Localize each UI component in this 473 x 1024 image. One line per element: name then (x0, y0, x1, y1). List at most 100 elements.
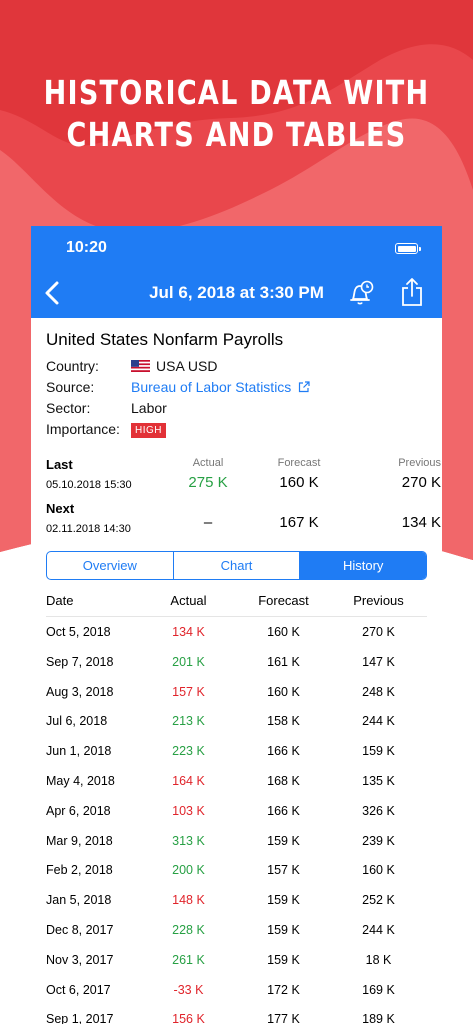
country-row: Country: USA USD (46, 357, 427, 378)
row-forecast: 161 K (267, 654, 300, 669)
last-label: Last (46, 457, 73, 472)
source-link[interactable]: Bureau of Labor Statistics (131, 379, 291, 395)
header-actual: Actual (170, 593, 207, 608)
history-table: Date Actual Forecast Previous Oct 5, 201… (46, 590, 427, 1024)
last-previous: 270 K (401, 474, 441, 491)
alarm-clock-icon[interactable] (347, 279, 375, 307)
row-forecast: 166 K (267, 803, 300, 818)
row-date: May 4, 2018 (46, 773, 115, 788)
row-date: Nov 3, 2017 (46, 952, 114, 967)
table-row: Nov 3, 2017 261 K 159 K 18 K (46, 945, 427, 975)
table-row: Jul 6, 2018 213 K 158 K 244 K (46, 706, 427, 736)
status-bar: 10:20 (31, 226, 442, 268)
row-actual: 157 K (172, 684, 205, 699)
importance-label: Importance: (46, 421, 120, 437)
country-label: Country: (46, 358, 99, 374)
table-row: Sep 1, 2017 156 K 177 K 189 K (46, 1004, 427, 1024)
row-actual: 201 K (172, 654, 205, 669)
row-date: Sep 7, 2018 (46, 654, 114, 669)
row-actual: 103 K (172, 803, 205, 818)
table-body: Oct 5, 2018 134 K 160 K 270 K Sep 7, 2018 201… (46, 617, 427, 1024)
row-previous: 252 K (362, 893, 395, 908)
row-actual: 261 K (172, 952, 205, 967)
row-date: Aug 3, 2018 (46, 684, 114, 699)
row-forecast: 159 K (267, 893, 300, 908)
row-actual: -33 K (173, 982, 204, 997)
tab-overview[interactable]: Overview (47, 552, 174, 579)
next-release: Next 02.11.2018 14:30 – 167 K 134 K (46, 497, 441, 541)
nav-title: Jul 6, 2018 at 3:30 PM (149, 283, 324, 302)
row-forecast: 172 K (267, 982, 300, 997)
importance-row: Importance: HIGH (46, 420, 427, 441)
row-forecast: 160 K (267, 625, 300, 639)
row-forecast: 160 K (267, 684, 300, 699)
table-row: Dec 8, 2017 228 K 159 K 244 K (46, 915, 427, 945)
row-forecast: 166 K (267, 744, 300, 759)
forecast-header: Forecast (277, 457, 321, 469)
table-row: Apr 6, 2018 103 K 166 K 326 K (46, 796, 427, 826)
source-row: Source: Bureau of Labor Statistics (46, 378, 427, 399)
row-previous: 244 K (362, 714, 395, 729)
row-forecast: 168 K (267, 773, 300, 788)
sector-value: Labor (131, 400, 167, 416)
phone-screen: 10:20 Jul 6, 2018 at 3:30 PM United Stat… (31, 226, 442, 1024)
row-previous: 18 K (365, 952, 392, 967)
row-actual: 213 K (172, 714, 205, 729)
last-forecast: 160 K (279, 474, 319, 491)
actual-header: Actual (192, 457, 224, 469)
hero-headline: HISTORICAL DATA WITH CHARTS AND TABLES (43, 72, 431, 156)
row-forecast: 159 K (267, 952, 300, 967)
row-date: Jun 1, 2018 (46, 744, 112, 759)
event-details: United States Nonfarm Payrolls Country: … (31, 330, 442, 1024)
hero-headline-line2: CHARTS AND TABLES (66, 115, 407, 154)
importance-badge: HIGH (131, 423, 166, 438)
row-forecast: 159 K (267, 922, 300, 937)
row-actual: 156 K (172, 1012, 205, 1024)
header-previous: Previous (353, 593, 404, 608)
row-previous: 326 K (362, 803, 395, 818)
share-icon[interactable] (400, 277, 424, 307)
row-previous: 135 K (362, 773, 395, 788)
row-forecast: 177 K (267, 1012, 300, 1024)
battery-icon (395, 243, 421, 254)
row-date: Jul 6, 2018 (46, 714, 108, 729)
row-previous: 248 K (362, 684, 395, 699)
row-date: Jan 5, 2018 (46, 893, 112, 908)
next-forecast: 167 K (279, 514, 319, 531)
tab-chart[interactable]: Chart (174, 552, 301, 579)
last-date: 05.10.2018 15:30 (46, 479, 132, 491)
status-time: 10:20 (66, 239, 107, 256)
nav-bar: Jul 6, 2018 at 3:30 PM (31, 268, 442, 318)
row-previous: 160 K (362, 863, 395, 878)
table-row: May 4, 2018 164 K 168 K 135 K (46, 766, 427, 796)
tab-history[interactable]: History (300, 552, 426, 579)
row-previous: 169 K (362, 982, 395, 997)
previous-header: Previous (398, 457, 441, 469)
row-date: Oct 5, 2018 (46, 625, 111, 639)
country-value: USA USD (156, 358, 218, 374)
row-forecast: 157 K (267, 863, 300, 878)
row-previous: 270 K (362, 625, 395, 639)
sector-row: Sector: Labor (46, 399, 427, 420)
table-row: Jan 5, 2018 148 K 159 K 252 K (46, 885, 427, 915)
next-date: 02.11.2018 14:30 (46, 523, 131, 535)
table-row: Feb 2, 2018 200 K 157 K 160 K (46, 855, 427, 885)
row-previous: 239 K (362, 833, 395, 848)
row-actual: 228 K (172, 922, 205, 937)
last-release: Last 05.10.2018 15:30 Actual Forecast Pr… (46, 453, 441, 497)
table-row: Sep 7, 2018 201 K 161 K 147 K (46, 647, 427, 677)
us-flag-icon (131, 360, 150, 372)
row-actual: 313 K (172, 833, 205, 848)
table-row: Mar 9, 2018 313 K 159 K 239 K (46, 826, 427, 856)
external-link-icon[interactable] (298, 381, 310, 393)
row-previous: 147 K (362, 654, 395, 669)
row-actual: 164 K (172, 773, 205, 788)
last-actual: 275 K (188, 474, 228, 491)
row-previous: 159 K (362, 744, 395, 759)
header-forecast: Forecast (258, 593, 309, 608)
next-previous: 134 K (401, 514, 441, 531)
row-actual: 223 K (172, 744, 205, 759)
table-row: Oct 6, 2017 -33 K 172 K 169 K (46, 975, 427, 1005)
row-previous: 189 K (362, 1012, 395, 1024)
row-date: Dec 8, 2017 (46, 922, 114, 937)
